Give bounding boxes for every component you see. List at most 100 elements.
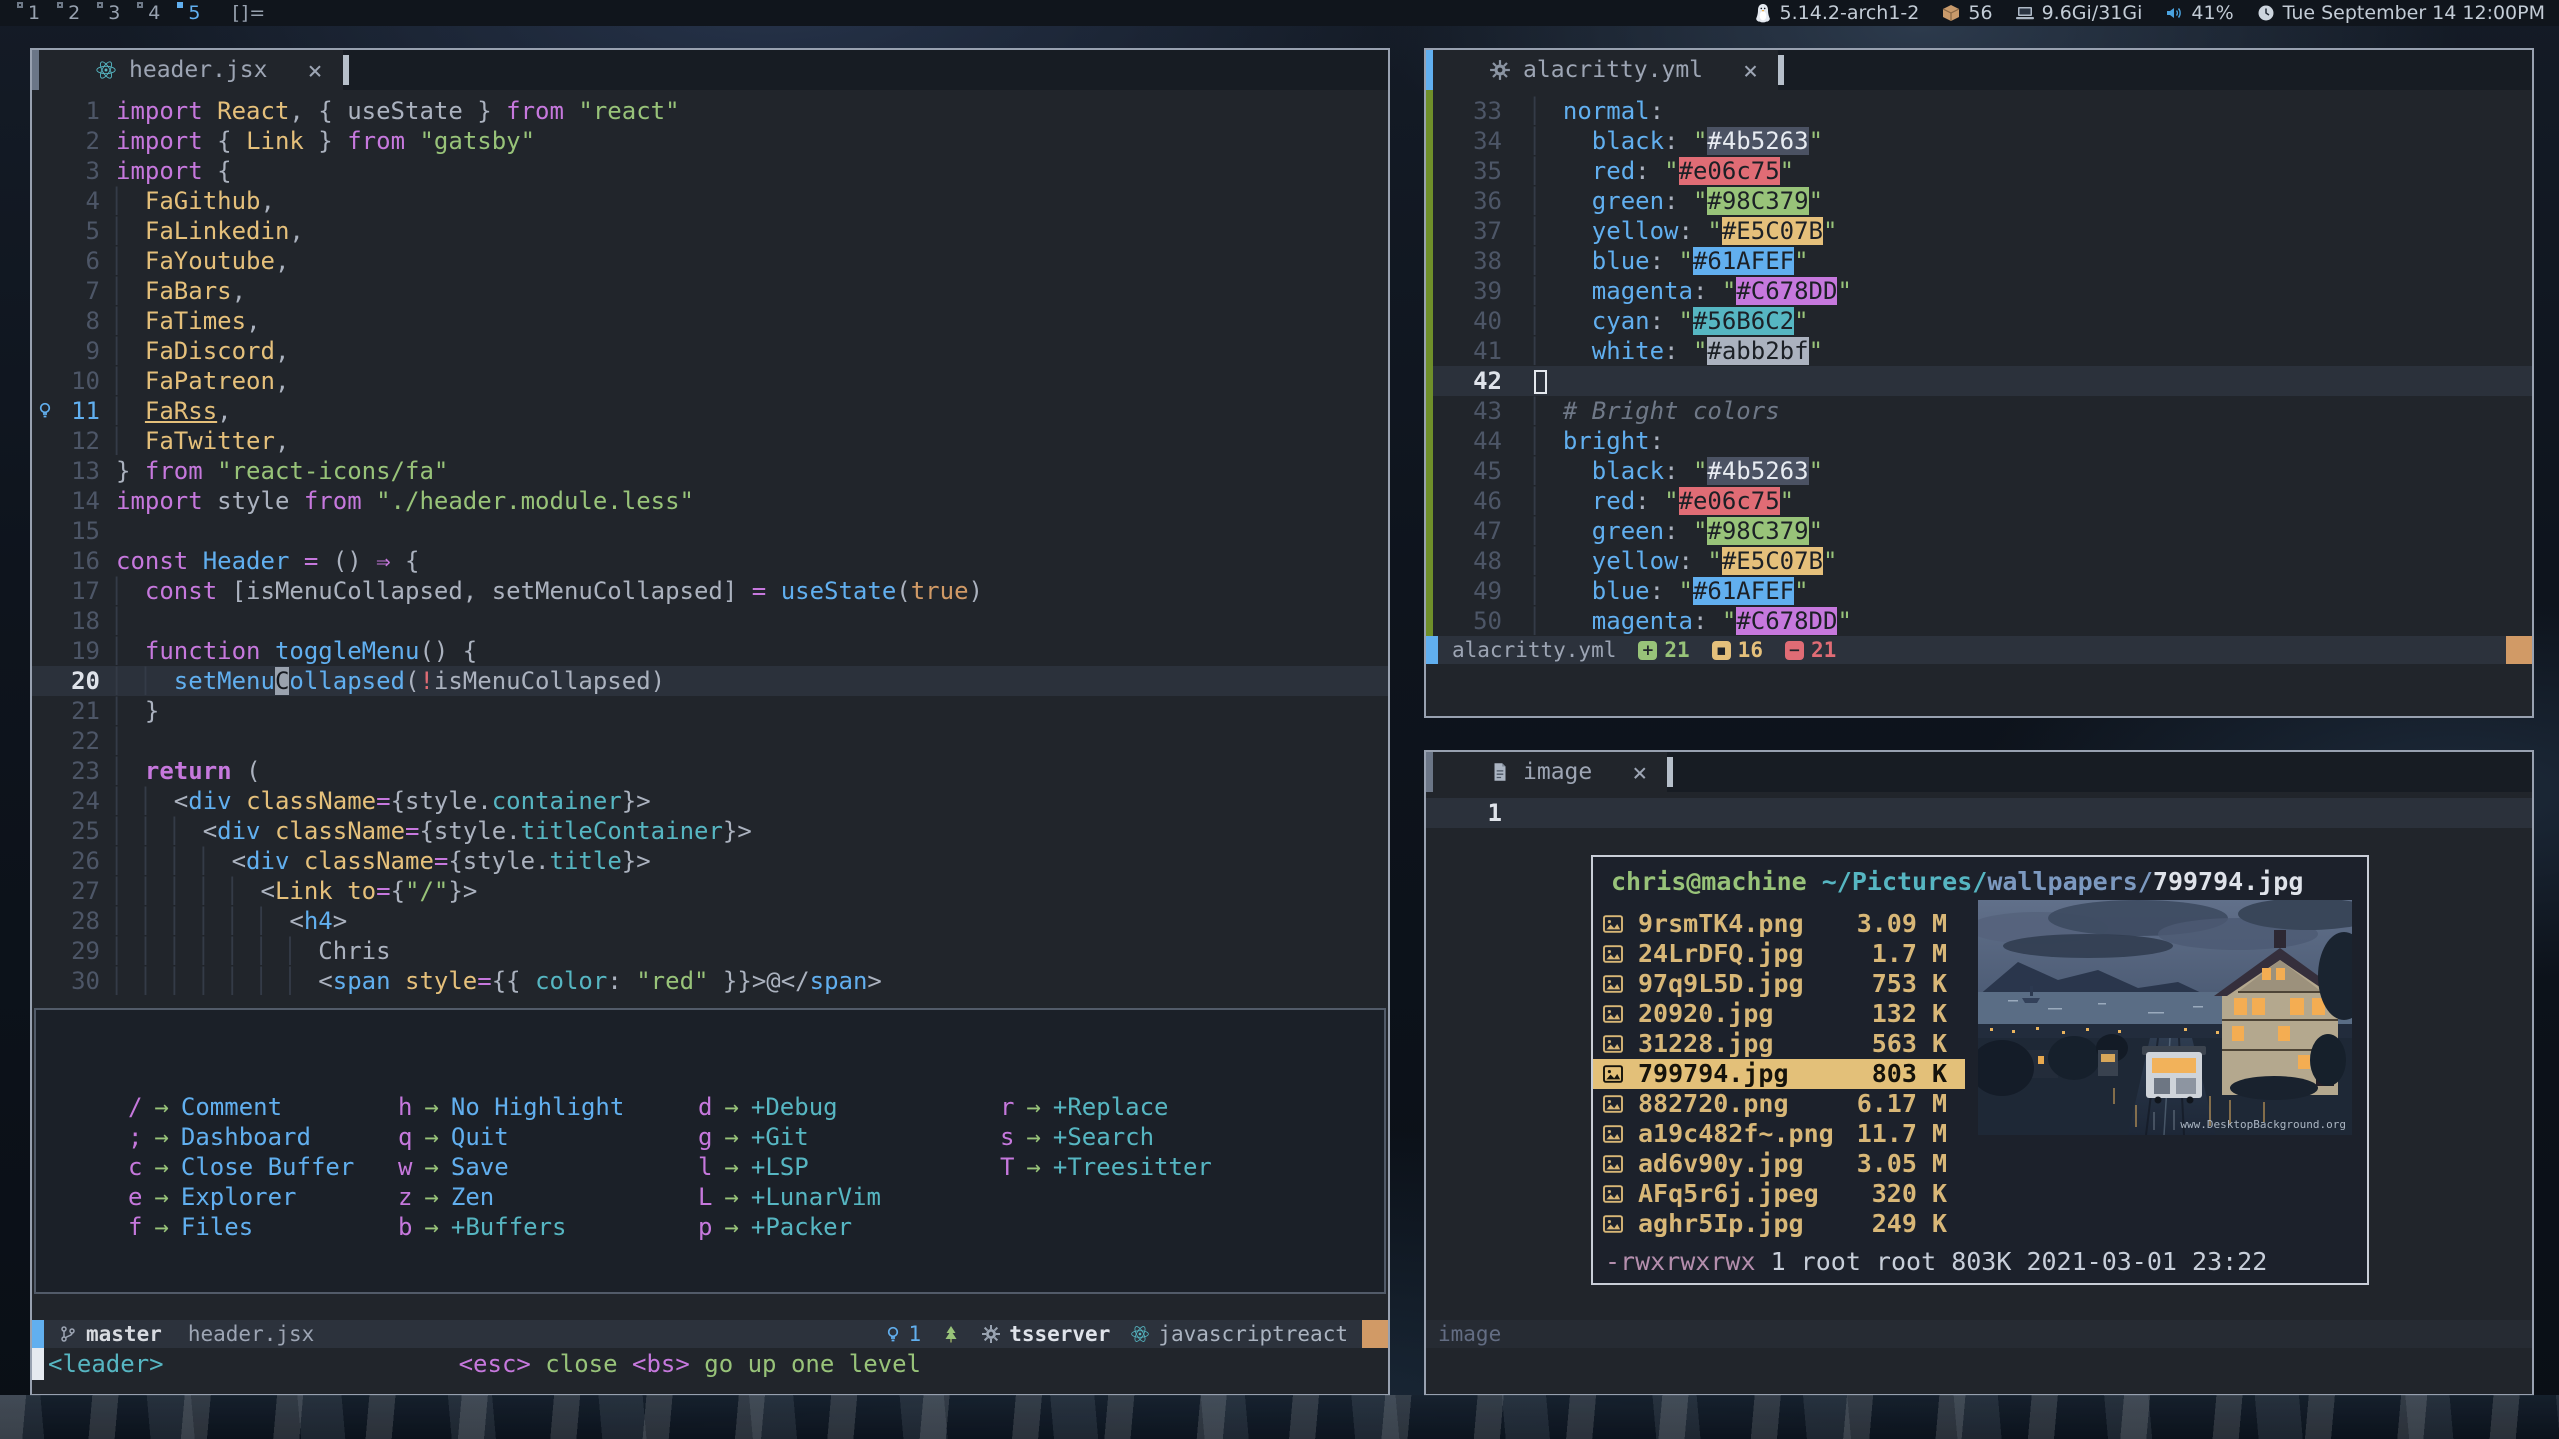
- whichkey-binding[interactable]: d→+Debug: [698, 1092, 1000, 1122]
- file-row[interactable]: 799794.jpg803 K: [1593, 1059, 1965, 1089]
- command-line[interactable]: [1426, 1348, 2532, 1394]
- key: w: [398, 1153, 412, 1181]
- workspace-4[interactable]: 4: [134, 2, 168, 24]
- workspace-3[interactable]: 3: [94, 2, 128, 24]
- whichkey-binding[interactable]: z→Zen: [398, 1182, 698, 1212]
- tab-alacritty-yml[interactable]: alacritty.yml ×: [1433, 50, 1778, 90]
- code-line[interactable]: 12▏ FaTwitter,: [32, 426, 1388, 456]
- layout-indicator[interactable]: []=: [232, 2, 266, 24]
- workspace-2[interactable]: 2: [54, 2, 88, 24]
- whichkey-binding[interactable]: c→Close Buffer: [128, 1152, 398, 1182]
- tab-image[interactable]: image ×: [1433, 752, 1667, 792]
- file-row[interactable]: 24LrDFQ.jpg1.7 M: [1593, 939, 1965, 969]
- workspace-1[interactable]: 1: [14, 2, 48, 24]
- code-line[interactable]: 5▏ FaLinkedin,: [32, 216, 1388, 246]
- file-row[interactable]: 31228.jpg563 K: [1593, 1029, 1965, 1059]
- code-line[interactable]: 44▏ bright:: [1426, 426, 2532, 456]
- code-line[interactable]: 46▏ red: "#e06c75": [1426, 486, 2532, 516]
- code-line[interactable]: 20▏ ▏ setMenuCollapsed(!isMenuCollapsed): [32, 666, 1388, 696]
- code-line[interactable]: 26▏ ▏ ▏ ▏ <div className={style.title}>: [32, 846, 1388, 876]
- file-name: 31228.jpg: [1638, 1029, 1837, 1059]
- code-line[interactable]: 42: [1426, 366, 2532, 396]
- code-line[interactable]: 19▏ function toggleMenu() {: [32, 636, 1388, 666]
- line-number: 40: [1450, 306, 1502, 336]
- code-line[interactable]: 16const Header = () ⇒ {: [32, 546, 1388, 576]
- whichkey-binding[interactable]: h→No Highlight: [398, 1092, 698, 1122]
- bulb-icon[interactable]: [32, 396, 60, 426]
- code-line[interactable]: 3import {: [32, 156, 1388, 186]
- code-line[interactable]: 27▏ ▏ ▏ ▏ ▏ <Link to={"/"}>: [32, 876, 1388, 906]
- code-line[interactable]: 24▏ ▏ <div className={style.container}>: [32, 786, 1388, 816]
- code-line[interactable]: 21▏ }: [32, 696, 1388, 726]
- code-line[interactable]: 25▏ ▏ ▏ <div className={style.titleConta…: [32, 816, 1388, 846]
- whichkey-binding[interactable]: p→+Packer: [698, 1212, 1000, 1242]
- file-row[interactable]: AFq5r6j.jpeg320 K: [1593, 1179, 1965, 1209]
- code-line[interactable]: 40▏ cyan: "#56B6C2": [1426, 306, 2532, 336]
- code-line[interactable]: 34▏ black: "#4b5263": [1426, 126, 2532, 156]
- command-line[interactable]: [1426, 664, 2532, 716]
- code-line[interactable]: 47▏ green: "#98C379": [1426, 516, 2532, 546]
- code-line[interactable]: 37▏ yellow: "#E5C07B": [1426, 216, 2532, 246]
- whichkey-binding[interactable]: T→+Treesitter: [1000, 1152, 1212, 1182]
- whichkey-binding[interactable]: f→Files: [128, 1212, 398, 1242]
- code-line[interactable]: 6▏ FaYoutube,: [32, 246, 1388, 276]
- close-icon[interactable]: ×: [1743, 56, 1758, 85]
- sign-column: [1426, 336, 1450, 366]
- file-row[interactable]: 9rsmTK4.png3.09 M: [1593, 909, 1965, 939]
- code-line[interactable]: 23▏ return (: [32, 756, 1388, 786]
- whichkey-binding[interactable]: r→+Replace: [1000, 1092, 1212, 1122]
- code-line[interactable]: 1import React, { useState } from "react": [32, 96, 1388, 126]
- close-icon[interactable]: ×: [307, 56, 322, 85]
- whichkey-binding[interactable]: L→+LunarVim: [698, 1182, 1000, 1212]
- tab-header-jsx[interactable]: header.jsx ×: [39, 50, 343, 90]
- code-line[interactable]: 48▏ yellow: "#E5C07B": [1426, 546, 2532, 576]
- workspace-5[interactable]: 5: [174, 2, 208, 24]
- code-line[interactable]: 49▏ blue: "#61AFEF": [1426, 576, 2532, 606]
- code-line[interactable]: 41▏ white: "#abb2bf": [1426, 336, 2532, 366]
- code-line[interactable]: 36▏ green: "#98C379": [1426, 186, 2532, 216]
- code-line[interactable]: 1: [1426, 798, 2532, 828]
- code-line[interactable]: 14import style from "./header.module.les…: [32, 486, 1388, 516]
- code-line[interactable]: 38▏ blue: "#61AFEF": [1426, 246, 2532, 276]
- code-line[interactable]: 11▏ FaRss,: [32, 396, 1388, 426]
- code-line[interactable]: 30▏ ▏ ▏ ▏ ▏ ▏ ▏ <span style={{ color: "r…: [32, 966, 1388, 996]
- whichkey-binding[interactable]: s→+Search: [1000, 1122, 1212, 1152]
- diagnostics[interactable]: 1: [883, 1322, 922, 1346]
- code-line[interactable]: 50▏ magenta: "#C678DD": [1426, 606, 2532, 636]
- code-line[interactable]: 10▏ FaPatreon,: [32, 366, 1388, 396]
- code-line[interactable]: 33▏ normal:: [1426, 96, 2532, 126]
- close-icon[interactable]: ×: [1632, 758, 1647, 787]
- code-line[interactable]: 18▏: [32, 606, 1388, 636]
- code-line[interactable]: 8▏ FaTimes,: [32, 306, 1388, 336]
- code-line[interactable]: 17▏ const [isMenuCollapsed, setMenuColla…: [32, 576, 1388, 606]
- file-row[interactable]: 97q9L5D.jpg753 K: [1593, 969, 1965, 999]
- file-row[interactable]: 20920.jpg132 K: [1593, 999, 1965, 1029]
- code-line[interactable]: 2import { Link } from "gatsby": [32, 126, 1388, 156]
- code-line[interactable]: 22▏: [32, 726, 1388, 756]
- code-line[interactable]: 15: [32, 516, 1388, 546]
- code-line[interactable]: 29▏ ▏ ▏ ▏ ▏ ▏ ▏ Chris: [32, 936, 1388, 966]
- code-line[interactable]: 9▏ FaDiscord,: [32, 336, 1388, 366]
- whichkey-binding[interactable]: w→Save: [398, 1152, 698, 1182]
- code-line[interactable]: 39▏ magenta: "#C678DD": [1426, 276, 2532, 306]
- whichkey-binding[interactable]: g→+Git: [698, 1122, 1000, 1152]
- code-line[interactable]: 35▏ red: "#e06c75": [1426, 156, 2532, 186]
- file-row[interactable]: 882720.png6.17 M: [1593, 1089, 1965, 1119]
- git-branch[interactable]: master: [58, 1322, 162, 1346]
- whichkey-binding[interactable]: q→Quit: [398, 1122, 698, 1152]
- code-line[interactable]: 28▏ ▏ ▏ ▏ ▏ ▏ <h4>: [32, 906, 1388, 936]
- file-row[interactable]: aghr5Ip.jpg249 K: [1593, 1209, 1965, 1239]
- code-line[interactable]: 13} from "react-icons/fa": [32, 456, 1388, 486]
- whichkey-binding[interactable]: e→Explorer: [128, 1182, 398, 1212]
- whichkey-binding[interactable]: ;→Dashboard: [128, 1122, 398, 1152]
- code-line[interactable]: 4▏ FaGithub,: [32, 186, 1388, 216]
- code-line[interactable]: 43▏ # Bright colors: [1426, 396, 2532, 426]
- file-row[interactable]: a19c482f~.png11.7 M: [1593, 1119, 1965, 1149]
- whichkey-binding[interactable]: /→Comment: [128, 1092, 398, 1122]
- file-row[interactable]: ad6v90y.jpg3.05 M: [1593, 1149, 1965, 1179]
- command-line[interactable]: <leader> <esc> close <bs> go up one leve…: [32, 1348, 1388, 1394]
- code-line[interactable]: 7▏ FaBars,: [32, 276, 1388, 306]
- code-line[interactable]: 45▏ black: "#4b5263": [1426, 456, 2532, 486]
- whichkey-binding[interactable]: l→+LSP: [698, 1152, 1000, 1182]
- whichkey-binding[interactable]: b→+Buffers: [398, 1212, 698, 1242]
